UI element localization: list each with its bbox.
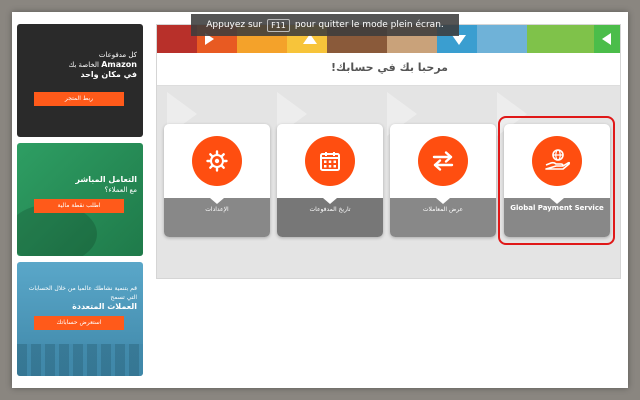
promo-line: كل مدفوعات [98,51,137,59]
fullscreen-hint: Appuyez sur F11 pour quitter le mode ple… [191,14,459,36]
card-label: الإعدادات [205,206,229,213]
promo-line: الخاصة بك [68,61,99,69]
promo-amazon: كل مدفوعات Amazon الخاصة بك في مكان واحد… [17,24,143,137]
calendar-icon [305,136,355,186]
exchange-arrows-icon [418,136,468,186]
card-payment-history[interactable]: تاريخ المدفوعات [277,124,383,237]
card-notch [436,198,450,204]
card-label: عرض المعاملات [422,206,464,213]
promo-amazon-text: كل مدفوعات Amazon الخاصة بك في مكان واحد [68,50,137,80]
card-notch [323,198,337,204]
hint-text: Appuyez sur [206,20,263,30]
promo-multicurrency: قم بتنمية نشاطك عالميا من خلال الحسابات … [17,262,143,376]
promo-line: العملات المتعددة [72,302,137,311]
card-label: تاريخ المدفوعات [309,206,351,213]
triangle-down-icon [452,35,466,45]
link-store-button[interactable]: ربط المتجر [34,92,124,106]
page-title: مرحبا بك في حسابك! [330,61,448,74]
card-notch [210,198,224,204]
arrow-left-icon [602,33,611,45]
request-payment-point-button[interactable]: اطلب نقطة مالية [34,199,124,213]
card-transactions[interactable]: عرض المعاملات [390,124,496,237]
banner-back-tab[interactable] [594,25,620,53]
welcome-bar: مرحبا بك في حسابك! [157,53,620,86]
selection-highlight [498,116,615,245]
promo-merchant: التعامل المباشر مع العملاء؟ اطلب نقطة ما… [17,143,143,256]
promo-line: Amazon [101,60,137,69]
promo-multicurrency-text: قم بتنمية نشاطك عالميا من خلال الحسابات … [29,284,137,312]
promo-line: التي تسمح [110,294,137,301]
card-settings[interactable]: الإعدادات [164,124,270,237]
hint-text: pour quitter le mode plein écran. [294,20,444,30]
promo-line: مع العملاء؟ [104,186,137,194]
hint-key: F11 [267,18,290,32]
promo-line: في مكان واحد [80,70,137,79]
promo-merchant-text: التعامل المباشر مع العملاء؟ [75,175,137,195]
promo-line: قم بتنمية نشاطك عالميا من خلال الحسابات [28,285,137,292]
view-accounts-button[interactable]: استعرض حساباتك [34,316,124,330]
promo-line: التعامل المباشر [75,175,137,184]
gear-icon [192,136,242,186]
